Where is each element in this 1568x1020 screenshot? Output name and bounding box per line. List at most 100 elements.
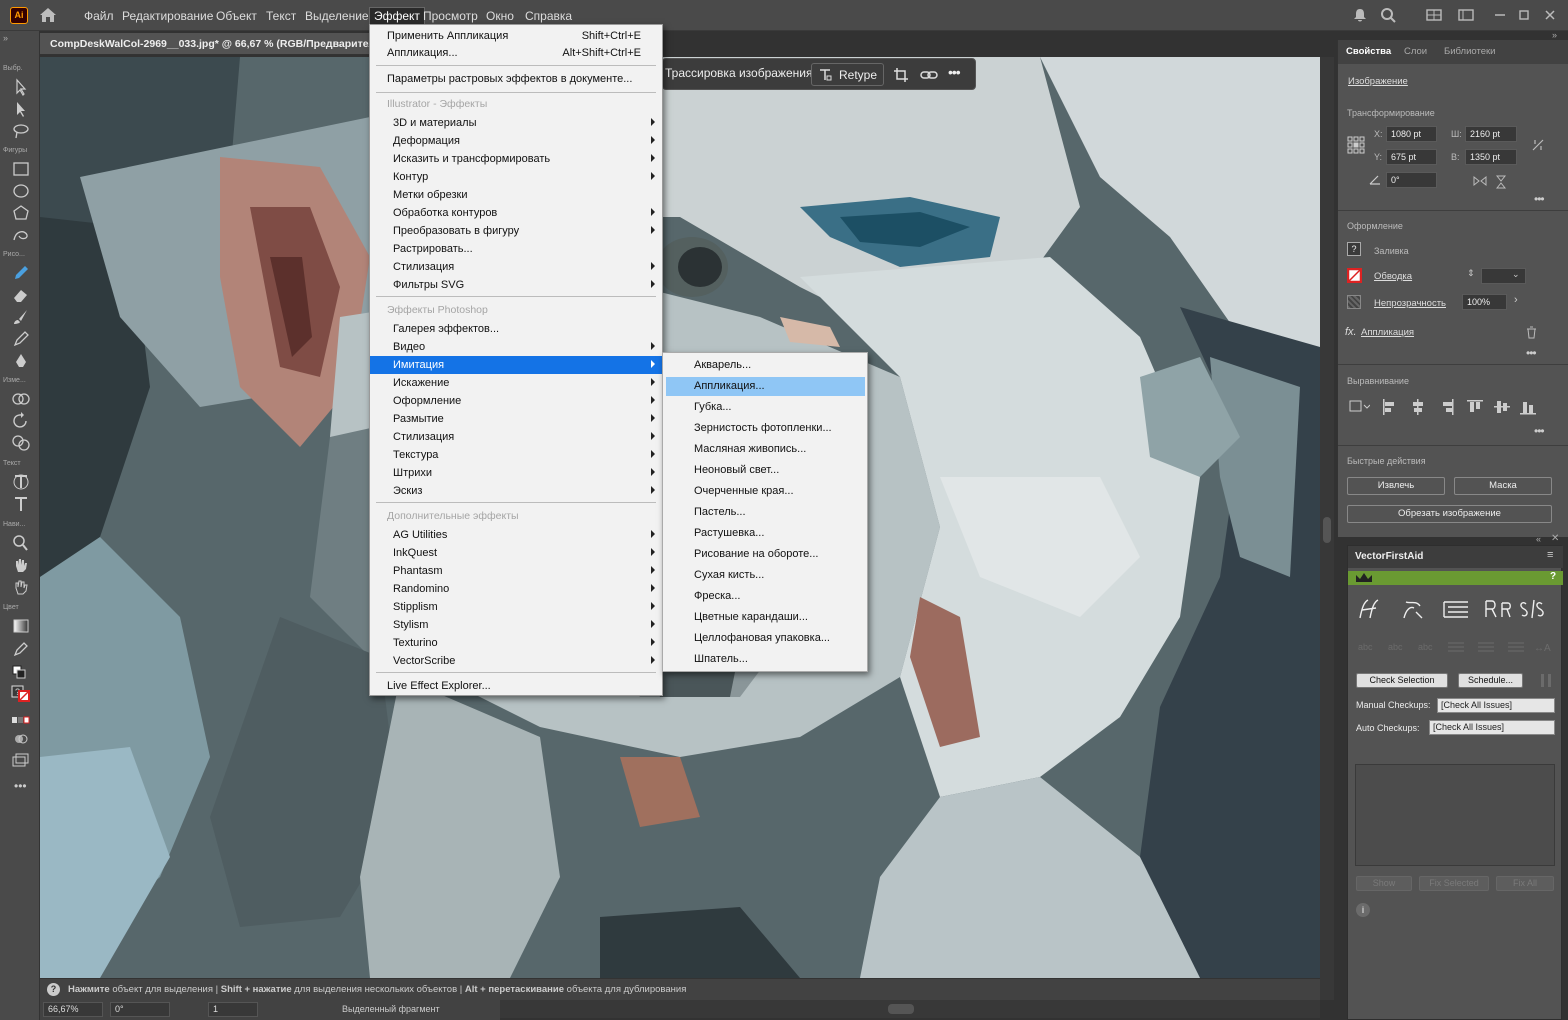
manual-checkups-select[interactable]: [Check All Issues] [1437, 698, 1555, 713]
search-icon[interactable] [1380, 7, 1396, 23]
vfa-tool-icons[interactable] [1356, 598, 1556, 620]
vfa-help-icon[interactable]: ? [1550, 571, 1556, 582]
document-tab[interactable]: CompDeskWalCol-2969__033.jpg* @ 66,67 % … [40, 33, 388, 55]
schedule-button[interactable]: Schedule... [1458, 673, 1523, 688]
fix-selected-button[interactable]: Fix Selected [1419, 876, 1489, 891]
menu-window[interactable]: Окно [482, 8, 518, 24]
eraser-tool-icon[interactable] [11, 286, 31, 304]
vfa-results-list[interactable] [1355, 764, 1555, 866]
artistic-filter-item[interactable]: Цветные карандаши... [666, 608, 865, 627]
menu-select[interactable]: Выделение [301, 8, 373, 24]
pen-tool-icon[interactable] [11, 352, 31, 370]
align-to-icon[interactable] [1348, 398, 1370, 414]
illustrator-effect-item[interactable]: Стилизация [370, 258, 662, 276]
artistic-filter-item[interactable]: Масляная живопись... [666, 440, 865, 459]
vfa-collapse-icon[interactable]: « [1536, 534, 1541, 544]
stroke-label[interactable]: Обводка [1374, 271, 1412, 282]
width-field[interactable]: 2160 pt [1465, 126, 1517, 142]
illustrator-effect-item[interactable]: Преобразовать в фигуру [370, 222, 662, 240]
polygon-tool-icon[interactable] [11, 204, 31, 222]
constrain-proportions-icon[interactable] [1531, 138, 1545, 152]
photoshop-effect-item[interactable]: Стилизация [370, 428, 662, 446]
trash-icon[interactable] [1526, 326, 1537, 339]
menu-raster-settings[interactable]: Параметры растровых эффектов в документе… [370, 70, 662, 88]
fill-stroke-icon[interactable]: ? [11, 685, 31, 703]
screen-mode-icon[interactable] [11, 752, 31, 770]
align-more-icon[interactable]: ••• [1534, 424, 1545, 438]
plugin-effect-item[interactable]: VectorScribe [370, 652, 662, 670]
selection-tool-icon[interactable] [11, 78, 31, 96]
height-field[interactable]: 1350 pt [1465, 149, 1517, 165]
artistic-filter-item[interactable]: Растушевка... [666, 524, 865, 543]
transform-more-icon[interactable]: ••• [1534, 192, 1545, 206]
menu-object[interactable]: Объект [212, 8, 261, 24]
fill-swatch-icon[interactable]: ? [1347, 242, 1361, 256]
check-selection-button[interactable]: Check Selection [1356, 673, 1448, 688]
tab-libraries[interactable]: Библиотеки [1444, 46, 1495, 57]
pencil-tool-icon[interactable] [11, 264, 31, 282]
blob-brush-tool-icon[interactable] [11, 330, 31, 348]
extract-button[interactable]: Извлечь [1347, 477, 1445, 495]
illustrator-effect-item[interactable]: 3D и материалы [370, 114, 662, 132]
photoshop-effect-item[interactable]: Искажение [370, 374, 662, 392]
angle-field[interactable]: 0° [1386, 172, 1437, 188]
align-buttons-icon[interactable] [1382, 399, 1542, 415]
type-on-path-tool-icon[interactable] [11, 473, 31, 491]
stroke-weight-dropdown-icon[interactable]: ⌄ [1512, 269, 1520, 280]
illustrator-effect-item[interactable]: Фильтры SVG [370, 276, 662, 294]
menu-apply-last[interactable]: Применить Аппликация Shift+Ctrl+E [370, 27, 662, 45]
artistic-filter-item[interactable]: Целлофановая упаковка... [666, 629, 865, 648]
artistic-filter-item[interactable]: Акварель... [666, 356, 865, 375]
plugin-effect-item[interactable]: Randomino [370, 580, 662, 598]
menu-last-effect[interactable]: Аппликация... Alt+Shift+Ctrl+E [370, 44, 662, 62]
menu-live-effect-explorer[interactable]: Live Effect Explorer... [370, 677, 662, 695]
artistic-filter-item[interactable]: Рисование на обороте... [666, 545, 865, 564]
image-trace-button[interactable]: Трассировка изображения [665, 66, 812, 80]
horizontal-scrollbar[interactable] [500, 1000, 1320, 1018]
photoshop-effect-item[interactable]: Размытие [370, 410, 662, 428]
photoshop-effect-item[interactable]: Оформление [370, 392, 662, 410]
rotate-view-tool-icon[interactable] [11, 578, 31, 596]
tab-properties[interactable]: Свойства [1346, 46, 1391, 57]
direct-selection-tool-icon[interactable] [11, 100, 31, 118]
menu-view[interactable]: Просмотр [419, 8, 482, 24]
menu-file[interactable]: Файл [80, 8, 118, 24]
stroke-swatch-icon[interactable] [1347, 268, 1362, 283]
color-modes-icon[interactable] [11, 712, 31, 730]
reference-point-icon[interactable] [1347, 136, 1365, 154]
rotation-field[interactable]: 0° [110, 1002, 170, 1017]
artistic-filter-item[interactable]: Аппликация... [666, 377, 865, 396]
plugin-effect-item[interactable]: AG Utilities [370, 526, 662, 544]
type-tool-icon[interactable] [11, 495, 31, 513]
menu-edit[interactable]: Редактирование [118, 8, 217, 24]
applied-effect-link[interactable]: Аппликация [1361, 327, 1414, 338]
paintbrush-tool-icon[interactable] [11, 308, 31, 326]
opacity-field[interactable]: 100% [1462, 294, 1507, 310]
default-colors-icon[interactable] [11, 663, 31, 681]
zoom-tool-icon[interactable] [11, 534, 31, 552]
fix-all-button[interactable]: Fix All [1496, 876, 1554, 891]
panel-collapse-icon[interactable]: » [3, 33, 39, 43]
plugin-effect-item[interactable]: Texturino [370, 634, 662, 652]
flip-horizontal-icon[interactable] [1473, 175, 1487, 187]
menu-type[interactable]: Текст [262, 8, 300, 24]
illustrator-effect-item[interactable]: Метки обрезки [370, 186, 662, 204]
illustrator-effect-item[interactable]: Деформация [370, 132, 662, 150]
illustrator-effect-item[interactable]: Растрировать... [370, 240, 662, 258]
eyedropper-tool-icon[interactable] [11, 639, 31, 657]
vfa-menu-icon[interactable]: ≡ [1547, 549, 1553, 561]
info-icon[interactable]: i [1356, 903, 1370, 917]
link-icon[interactable] [920, 67, 938, 83]
close-icon[interactable] [1542, 7, 1558, 23]
plugin-effect-item[interactable]: Stylism [370, 616, 662, 634]
artistic-filter-item[interactable]: Зернистость фотопленки... [666, 419, 865, 438]
artistic-filter-item[interactable]: Очерченные края... [666, 482, 865, 501]
blend-tool-icon[interactable] [11, 390, 31, 408]
tab-layers[interactable]: Слои [1404, 46, 1427, 57]
gradient-tool-icon[interactable] [11, 617, 31, 635]
photoshop-effect-item[interactable]: Галерея эффектов... [370, 320, 662, 338]
show-button[interactable]: Show [1356, 876, 1412, 891]
artistic-filter-item[interactable]: Пастель... [666, 503, 865, 522]
photoshop-effect-item[interactable]: Эскиз [370, 482, 662, 500]
photoshop-effect-item[interactable]: Имитация [370, 356, 662, 374]
